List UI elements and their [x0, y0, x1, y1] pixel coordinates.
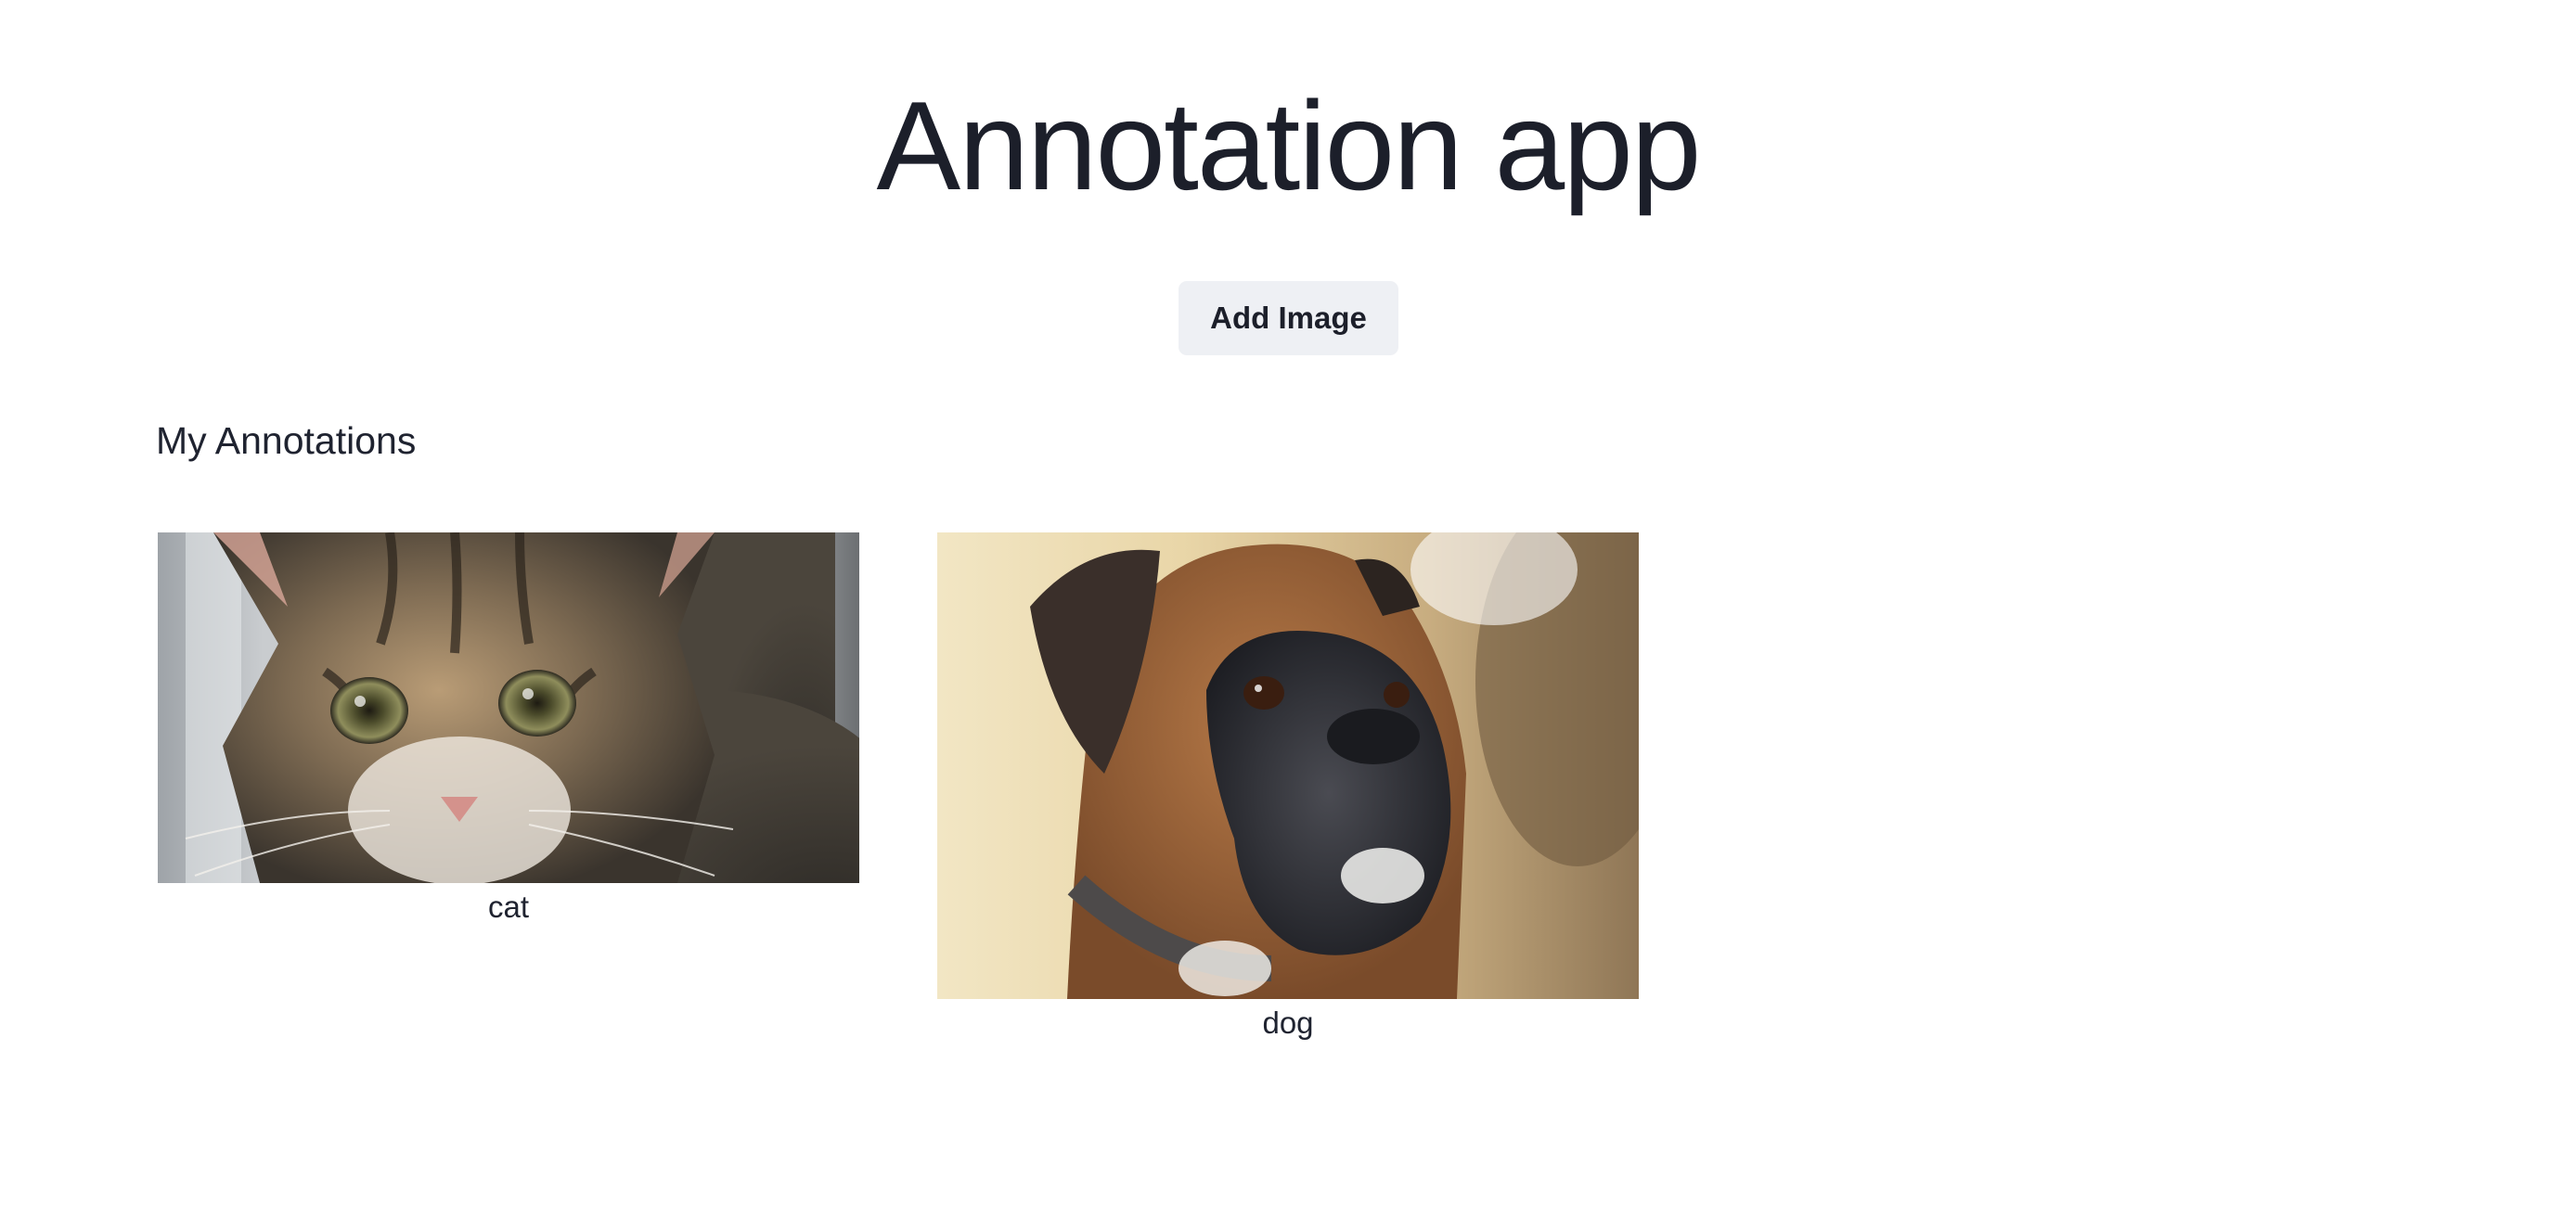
annotation-image[interactable] — [937, 532, 1639, 999]
annotation-card[interactable]: cat — [158, 532, 859, 926]
annotation-label: dog — [1262, 1006, 1314, 1040]
annotation-card[interactable]: dog — [937, 532, 1639, 1042]
page-title: Annotation app — [876, 75, 1701, 216]
add-image-button[interactable]: Add Image — [1179, 281, 1398, 355]
annotation-app: Annotation app Add Image My Annotations — [0, 0, 2576, 1217]
section-title: My Annotations — [156, 419, 417, 462]
annotation-image[interactable] — [158, 532, 859, 883]
annotation-label: cat — [487, 890, 530, 924]
